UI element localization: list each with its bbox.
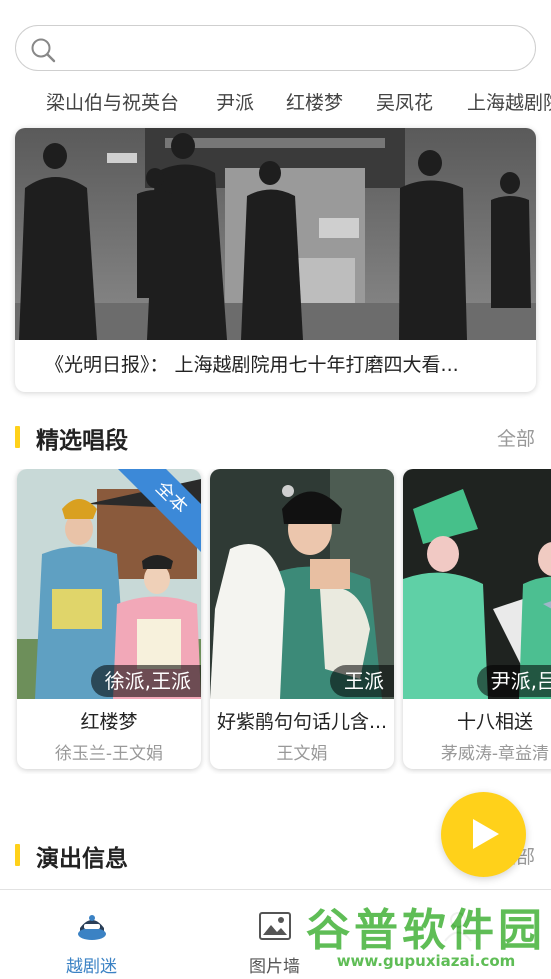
section-title: 演出信息 xyxy=(36,846,128,872)
watermark-text: 谷普软件园 xyxy=(306,905,546,956)
featured-section-header: 精选唱段 全部 xyxy=(0,420,551,454)
banner-photo xyxy=(15,128,536,340)
song-title: 好紫鹃句句话儿含... xyxy=(216,711,388,733)
category-tabs: 梁山伯与祝英台 尹派 红楼梦 吴凤花 上海越剧院 xyxy=(0,84,551,118)
play-button[interactable] xyxy=(441,792,526,877)
tab-wufenghua[interactable]: 吴凤花 xyxy=(376,88,433,115)
school-tag: 王派 xyxy=(330,665,394,697)
song-title: 红楼梦 xyxy=(80,711,138,733)
song-title: 十八相送 xyxy=(456,711,533,733)
tab-liangzhu[interactable]: 梁山伯与祝英台 xyxy=(46,88,179,115)
play-icon xyxy=(473,819,499,849)
status-bar xyxy=(0,0,551,24)
search-icon xyxy=(31,38,56,63)
featured-cards: 全本 徐派,王派 红楼梦 徐玉兰-王文娟 王派 好紫鹃句句话儿含... 王文娟 xyxy=(0,469,551,774)
song-card[interactable]: 全本 徐派,王派 红楼梦 徐玉兰-王文娟 xyxy=(17,469,201,769)
nav-label: 越剧迷 xyxy=(66,957,117,977)
banner-caption: 《光明日报》： 上海越剧院用七十年打磨四大看... xyxy=(45,354,459,376)
song-artist: 徐玉兰-王文娟 xyxy=(54,744,164,764)
search-input[interactable] xyxy=(68,34,518,64)
search-bar[interactable] xyxy=(15,25,536,71)
school-tag: 尹派,吕派 xyxy=(476,665,551,697)
news-banner[interactable]: 《光明日报》： 上海越剧院用七十年打磨四大看... xyxy=(15,128,536,392)
see-all-link[interactable]: 全部 xyxy=(497,424,535,451)
song-card[interactable]: 王派 好紫鹃句句话儿含... 王文娟 xyxy=(210,469,394,769)
section-accent-bar xyxy=(15,844,20,866)
song-artist: 王文娟 xyxy=(276,744,328,764)
section-accent-bar xyxy=(15,426,20,448)
tab-yinpai[interactable]: 尹派 xyxy=(216,88,254,115)
song-artist: 茅威涛-章益清 xyxy=(440,744,550,764)
image-icon xyxy=(259,912,291,940)
song-card[interactable]: 尹派,吕派 十八相送 茅威涛-章益清 xyxy=(403,469,551,769)
watermark: 谷普软件园 www.gupuxiazai.com xyxy=(303,892,549,976)
nav-item-yuejumi[interactable]: 越剧迷 xyxy=(0,890,183,979)
tab-honglou[interactable]: 红楼梦 xyxy=(286,88,343,115)
section-title: 精选唱段 xyxy=(36,428,128,454)
mask-icon xyxy=(78,915,106,940)
tab-shanghai-yueju[interactable]: 上海越剧院 xyxy=(467,88,551,115)
school-tag: 徐派,王派 xyxy=(90,665,201,697)
watermark-url: www.gupuxiazai.com xyxy=(336,952,516,970)
